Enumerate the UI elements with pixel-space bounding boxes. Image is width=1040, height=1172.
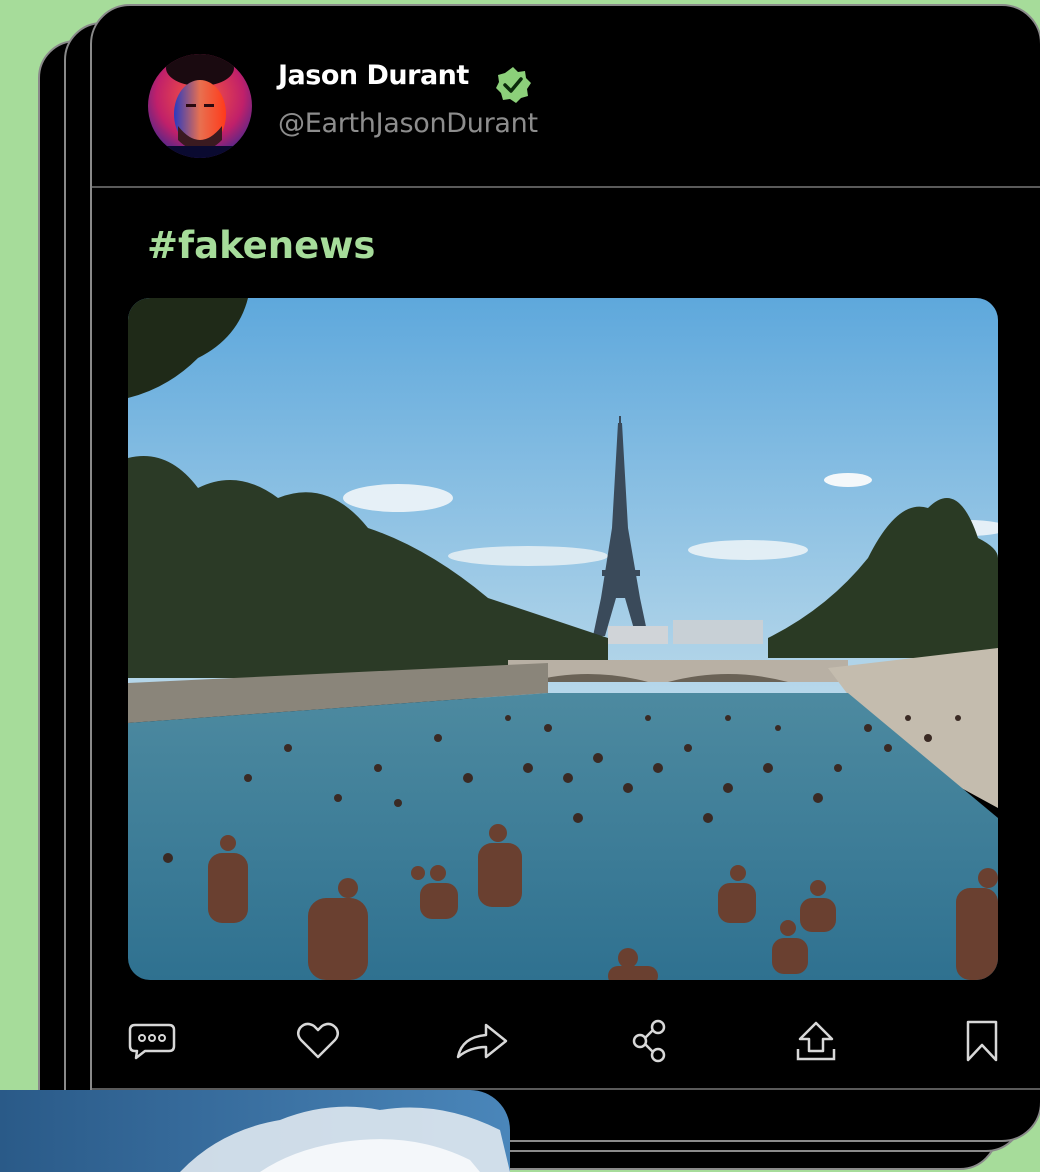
verified-badge-icon bbox=[494, 66, 532, 104]
post-header: Jason Durant @EarthJasonDurant bbox=[92, 6, 1040, 188]
comment-button[interactable] bbox=[122, 1006, 182, 1076]
forward-arrow-icon bbox=[456, 1023, 508, 1059]
author-handle[interactable]: @EarthJasonDurant bbox=[278, 108, 538, 139]
like-button[interactable] bbox=[288, 1006, 348, 1076]
post-hashtag[interactable]: #fakenews bbox=[147, 224, 375, 267]
upload-button[interactable] bbox=[786, 1006, 846, 1076]
upload-icon bbox=[796, 1021, 836, 1061]
action-bar bbox=[92, 1006, 1040, 1076]
bookmark-button[interactable] bbox=[952, 1006, 1012, 1076]
share-button[interactable] bbox=[620, 1006, 680, 1076]
repost-button[interactable] bbox=[452, 1006, 512, 1076]
avatar[interactable] bbox=[148, 54, 252, 158]
comment-bubble-icon bbox=[128, 1023, 176, 1060]
next-card-image-preview[interactable] bbox=[0, 1090, 510, 1172]
bookmark-icon bbox=[966, 1020, 998, 1062]
author-name[interactable]: Jason Durant bbox=[278, 60, 469, 91]
heart-icon bbox=[297, 1022, 339, 1059]
post-image[interactable] bbox=[128, 298, 998, 980]
share-nodes-icon bbox=[632, 1019, 666, 1063]
post-card: Jason Durant @EarthJasonDurant #fakenews bbox=[90, 4, 1040, 1142]
